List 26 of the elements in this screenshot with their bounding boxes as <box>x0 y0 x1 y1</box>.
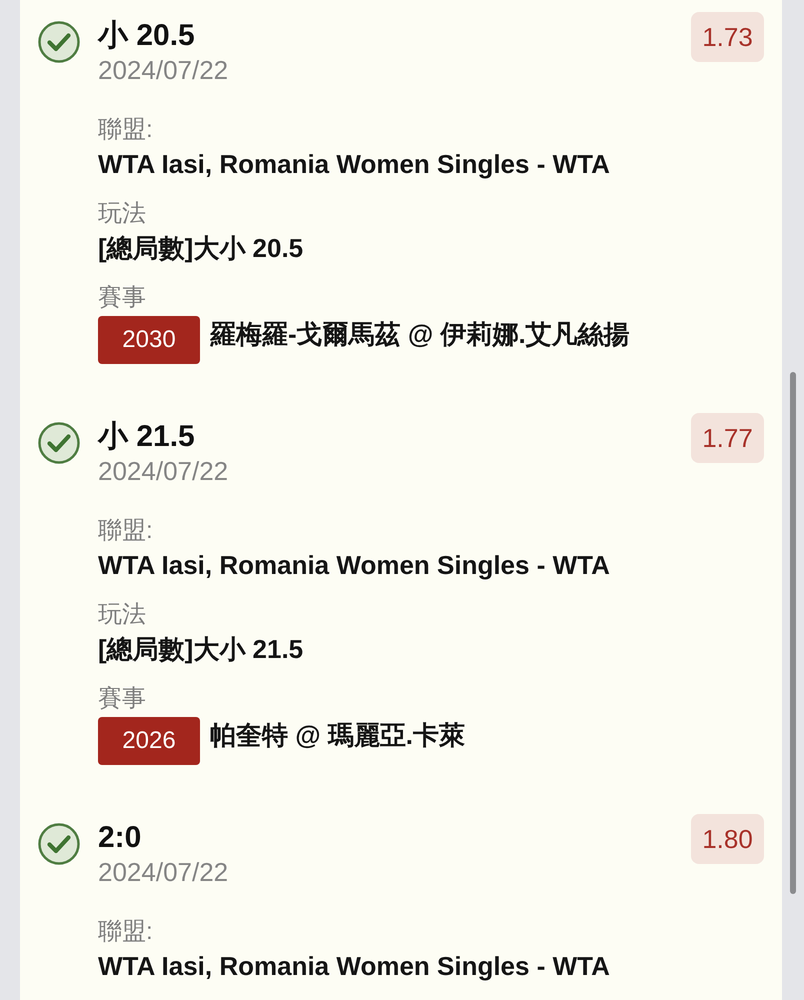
field-label: 賽事 <box>98 283 146 313</box>
bet-selection: 2:0 <box>98 820 142 856</box>
field-value: WTA Iasi, Romania Women Singles - WTA <box>98 148 610 181</box>
field-value: WTA Iasi, Romania Women Singles - WTA <box>98 549 610 582</box>
odds-badge: 1.73 <box>691 12 764 62</box>
odds-badge: 1.77 <box>691 413 764 463</box>
field-label: 聯盟: <box>98 516 153 546</box>
event-code: 2026 <box>98 717 200 765</box>
field-label: 玩法 <box>98 600 146 630</box>
bet-selection: 小 21.5 <box>98 419 196 455</box>
odds-badge: 1.80 <box>691 814 764 864</box>
bet-date: 2024/07/22 <box>98 455 228 487</box>
event-name: 羅梅羅-戈爾馬茲 @ 伊莉娜.艾凡絲揚 <box>210 318 630 351</box>
field-label: 聯盟: <box>98 115 153 145</box>
event-name: 帕奎特 @ 瑪麗亞.卡萊 <box>210 719 466 752</box>
bet-date: 2024/07/22 <box>98 856 228 888</box>
bet-date: 2024/07/22 <box>98 54 228 86</box>
field-value: [總局數]大小 21.5 <box>98 633 304 666</box>
field-label: 玩法 <box>98 199 146 229</box>
field-value: [總局數]大小 20.5 <box>98 232 304 265</box>
field-label: 賽事 <box>98 684 146 714</box>
bet-selection: 小 20.5 <box>98 18 196 54</box>
field-label: 聯盟: <box>98 917 153 947</box>
scrollbar-thumb[interactable] <box>790 372 796 894</box>
event-code: 2030 <box>98 316 200 364</box>
field-value: WTA Iasi, Romania Women Singles - WTA <box>98 950 610 983</box>
